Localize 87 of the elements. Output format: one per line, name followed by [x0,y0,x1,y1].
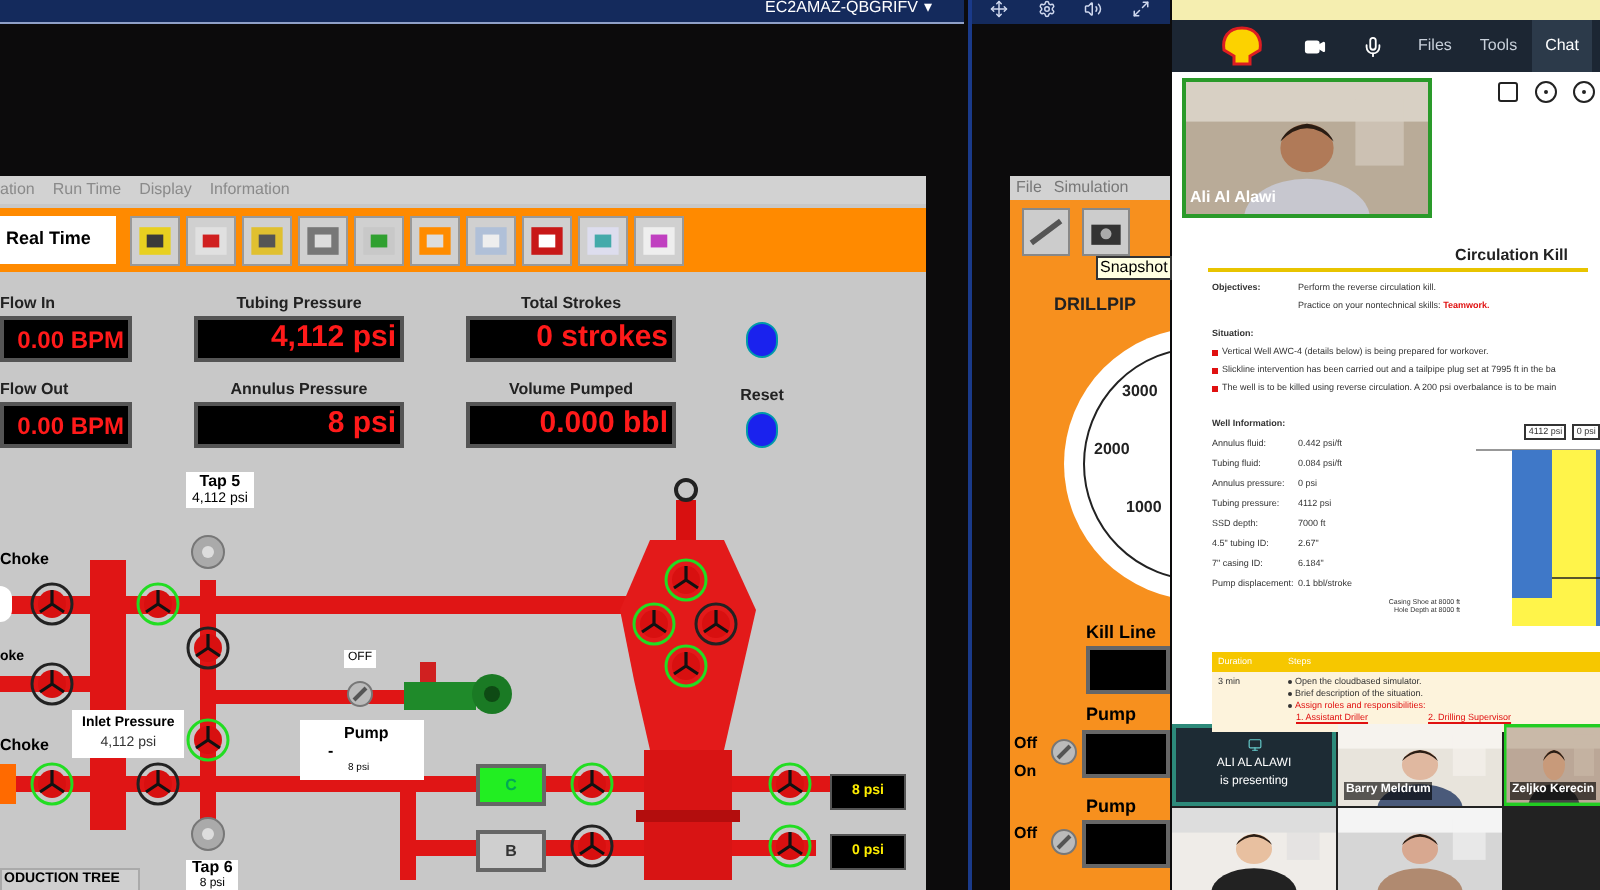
readout-label: Tubing Pressure [234,292,364,316]
machine-name[interactable]: EC2AMAZ-QBGRIFV [765,0,918,16]
microphone-icon[interactable] [1362,35,1384,57]
valve-icon[interactable] [186,626,230,670]
tap-title: Tap 5 [199,472,241,490]
reset-button[interactable] [746,322,778,358]
move-icon[interactable] [990,0,1009,18]
readout-display: 0.00 BPM [0,402,132,448]
valve-icon[interactable] [136,762,180,806]
pump-display [1082,820,1170,868]
tool-icon[interactable] [634,215,684,265]
record-tool-icon[interactable] [1572,80,1596,104]
tool-icon[interactable] [242,215,292,265]
valve-icon[interactable] [570,762,614,806]
gauge-tick-label: 1000 [1126,495,1162,519]
speaker-name: Ali Al Alawi [1190,186,1276,210]
valve-icon[interactable] [632,602,676,646]
bullet-icon [1212,385,1218,391]
tool-icon[interactable] [298,215,348,265]
tool-icon[interactable] [130,215,180,265]
record-tool-icon[interactable] [1534,80,1558,104]
valve-icon[interactable] [664,644,708,688]
bullet-icon [1212,349,1218,355]
valve-icon[interactable] [768,762,812,806]
choke-indicator [0,764,16,804]
valve-icon[interactable] [186,718,230,762]
valve-icon[interactable] [30,582,74,626]
readout-label: Flow In [0,292,58,316]
readout-display: 0.00 BPM [0,316,132,362]
kill-line-display [1086,646,1170,694]
camera-icon[interactable] [1304,35,1326,57]
readout-display: 0.000 bbl [466,402,676,448]
expand-icon[interactable] [1131,0,1150,18]
switch-label: On [1014,759,1039,783]
pump-title: Pump [342,724,391,742]
pressure-gauge-icon [190,534,226,570]
readout-label: Total Strokes [518,292,624,316]
nav-tab[interactable]: Files [1404,20,1466,72]
screen-share-icon [1247,738,1261,752]
tap-title: Tap 6 [192,860,233,876]
mode-display: Real Time [0,216,116,264]
settings-icon[interactable] [1037,0,1056,18]
tool-icon[interactable] [522,215,572,265]
valve-icon[interactable] [768,824,812,868]
valve-icon[interactable] [136,582,180,626]
toggle-switch-icon[interactable] [1050,737,1078,765]
choke-label: Choke [0,734,49,758]
reset-label: Reset [740,384,784,408]
readout-display: 0 strokes [466,316,676,362]
choke-label: Choke [0,548,49,572]
tooltip: Snapshot [1096,256,1172,280]
readout-display: 8 psi [194,402,404,448]
toggle-switch-icon[interactable] [1050,828,1078,856]
readout-label: Annulus Pressure [228,378,370,402]
reset-button[interactable] [746,412,778,448]
readout-label: Volume Pumped [506,378,636,402]
valve-icon[interactable] [664,558,708,602]
gauge-tick-label: 3000 [1122,379,1158,403]
valve-icon[interactable] [30,762,74,806]
pump-switch-icon[interactable] [346,680,374,708]
pump-display [1082,729,1170,777]
pump-label: Pump [1084,702,1139,728]
nav-tab[interactable]: Tools [1465,20,1532,72]
choke-indicator [0,586,12,622]
shape-tool-icon[interactable] [1496,80,1520,104]
bullet-icon [1212,367,1218,373]
kill-line-label: Kill Line [1084,619,1159,645]
shell-logo-icon [1220,26,1264,66]
pressure-gauge-icon [190,816,226,852]
pump-label: Pump [1084,793,1139,820]
freeze-icon[interactable] [1022,208,1070,256]
camera-icon[interactable] [1082,208,1130,256]
readout-display: 4,112 psi [194,316,404,362]
gauge-tick-label: 2000 [1094,437,1130,461]
line-button[interactable]: B [476,830,546,872]
gauge-title: DRILLPIP [1052,292,1139,318]
switch-label: Off [1014,822,1040,846]
pump-dash: - [328,742,336,760]
nav-tab[interactable]: Chat [1531,20,1593,72]
speaker-icon[interactable] [1084,0,1103,18]
switch-label: Off [1014,731,1040,755]
valve-icon[interactable] [570,824,614,868]
readout-label: Flow Out [0,378,71,402]
dropdown-caret[interactable]: ▾ [924,0,932,16]
document-title: Circulation Kill [1455,244,1568,268]
valve-icon[interactable] [30,662,74,706]
tool-icon[interactable] [186,215,236,265]
